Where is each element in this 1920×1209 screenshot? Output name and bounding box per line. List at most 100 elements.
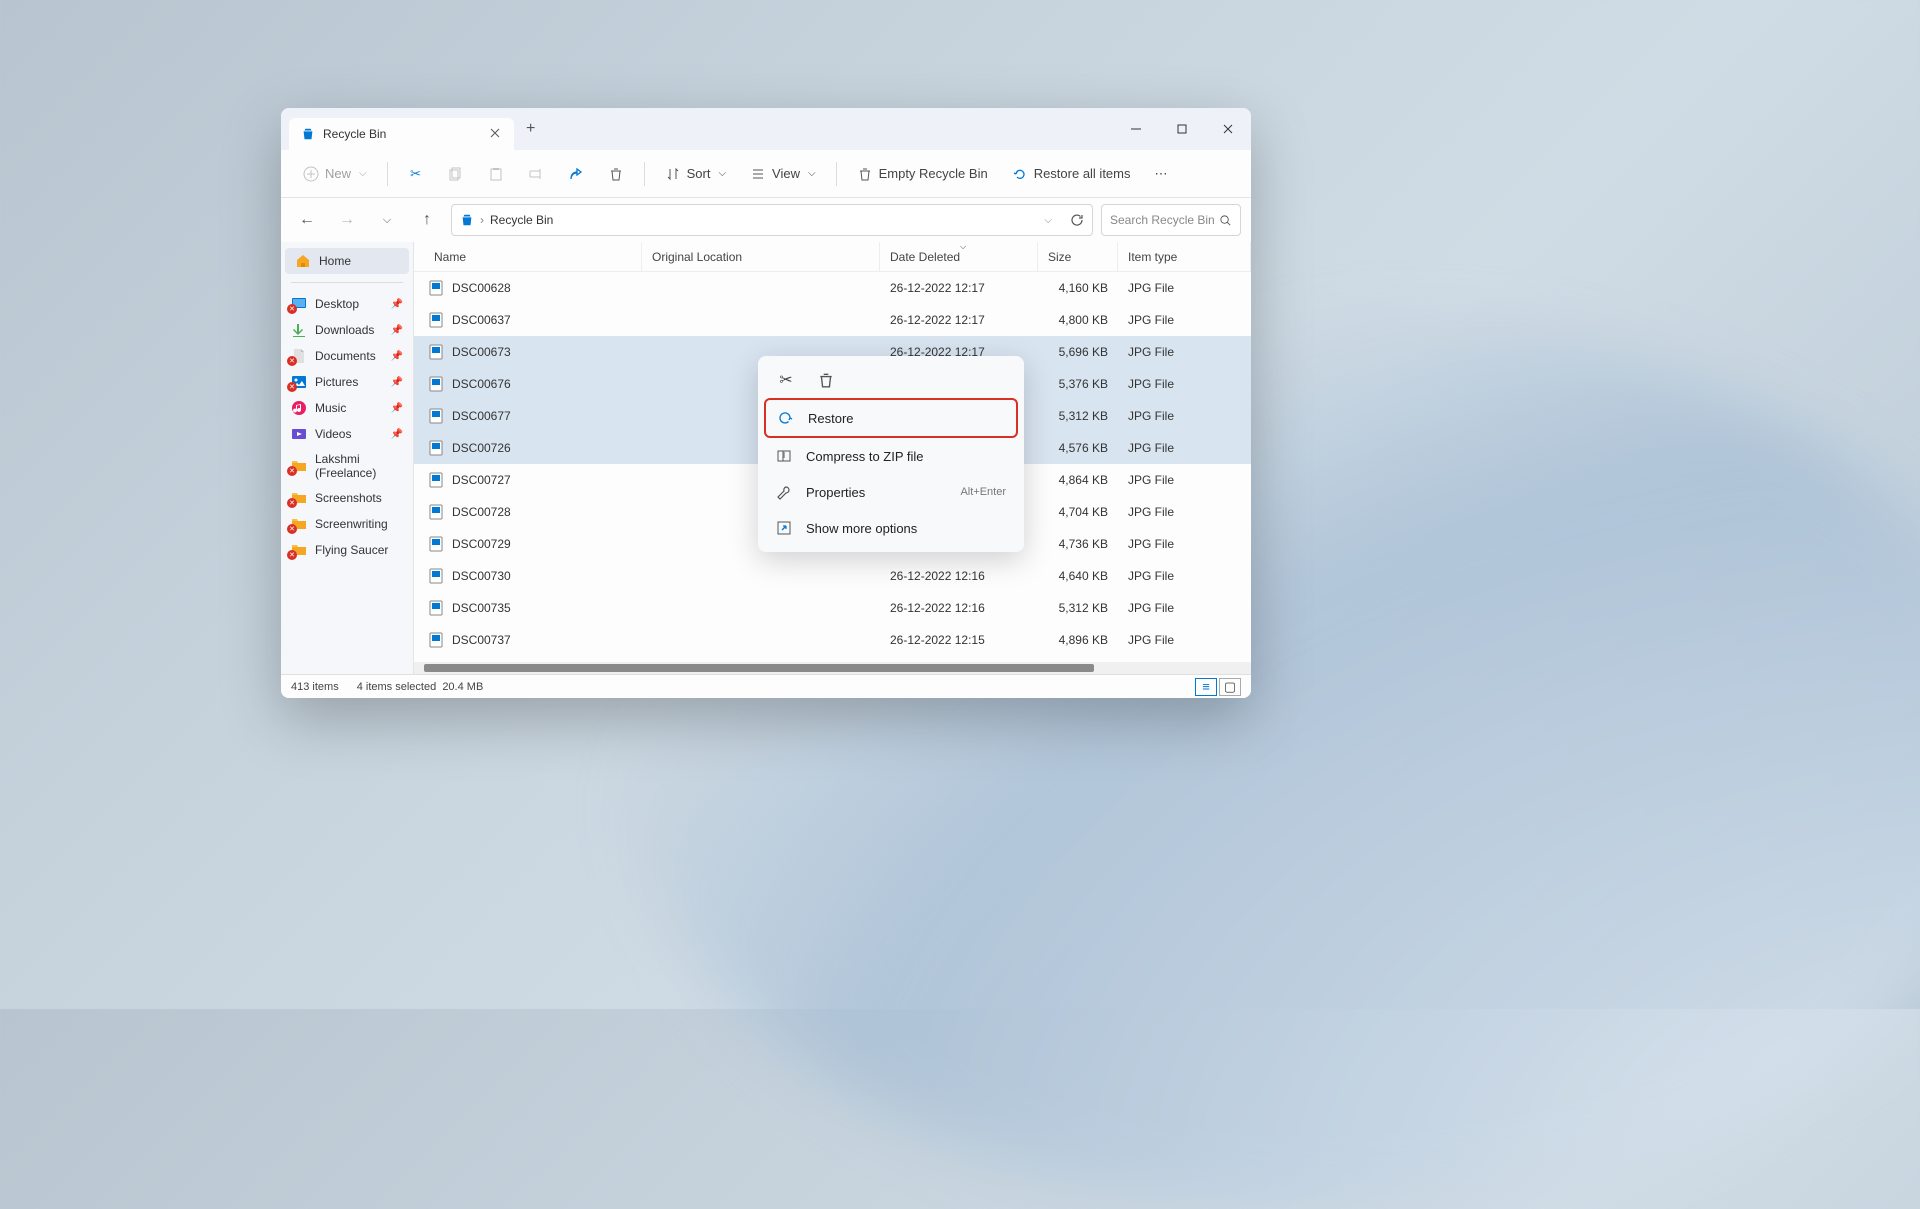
copy-button[interactable] (438, 160, 474, 188)
pin-icon: 📌 (391, 325, 403, 336)
new-tab-button[interactable]: + (526, 120, 535, 138)
chevron-down-icon: ⌵ (808, 168, 816, 179)
ctx-delete-button[interactable] (814, 368, 838, 392)
delete-button[interactable] (598, 160, 634, 188)
address-bar[interactable]: › Recycle Bin ⌵ (451, 204, 1093, 236)
minimize-button[interactable] (1113, 113, 1159, 145)
ctx-more-options[interactable]: Show more options (764, 510, 1018, 546)
restore-all-button[interactable]: Restore all items (1002, 160, 1141, 188)
pin-icon: 📌 (391, 377, 403, 388)
details-view-toggle[interactable]: ≡ (1195, 678, 1217, 696)
videos-icon (291, 426, 307, 442)
clipboard-icon (488, 166, 504, 182)
file-row[interactable]: DSC0062826-12-2022 12:174,160 KBJPG File (414, 272, 1251, 304)
sync-error-badge: ✕ (287, 550, 297, 560)
context-menu: ✂ Restore Compress to ZIP file Propertie… (758, 356, 1024, 552)
sync-error-badge: ✕ (287, 466, 297, 476)
chevron-down-icon[interactable]: ⌵ (1044, 215, 1052, 226)
file-row[interactable]: DSC0063726-12-2022 12:174,800 KBJPG File (414, 304, 1251, 336)
jpg-file-icon (428, 280, 444, 296)
jpg-file-icon (428, 440, 444, 456)
paste-button[interactable] (478, 160, 514, 188)
download-icon (291, 322, 307, 338)
sidebar-item-desktop[interactable]: ✕Desktop📌 (281, 291, 413, 317)
more-options-button[interactable]: ⋯ (1145, 160, 1178, 188)
file-row[interactable]: DSC0073026-12-2022 12:164,640 KBJPG File (414, 560, 1251, 592)
jpg-file-icon (428, 472, 444, 488)
jpg-file-icon (428, 632, 444, 648)
share-button[interactable] (558, 160, 594, 188)
pin-icon: 📌 (391, 429, 403, 440)
cut-button[interactable]: ✂ (398, 160, 434, 188)
column-original[interactable]: Original Location (642, 242, 880, 271)
trash-icon (818, 372, 834, 388)
back-button[interactable]: ← (291, 204, 323, 236)
share-icon (568, 166, 584, 182)
ctx-cut-button[interactable]: ✂ (774, 368, 798, 392)
sidebar-item-pictures[interactable]: ✕Pictures📌 (281, 369, 413, 395)
maximize-button[interactable] (1159, 113, 1205, 145)
search-box[interactable]: Search Recycle Bin (1101, 204, 1241, 236)
close-button[interactable] (1205, 113, 1251, 145)
jpg-file-icon (428, 344, 444, 360)
statusbar: 413 items 4 items selected 20.4 MB ≡ ▢ (281, 674, 1251, 698)
close-tab-icon[interactable] (490, 128, 502, 140)
pin-icon: 📌 (391, 299, 403, 310)
up-button[interactable]: ↑ (411, 204, 443, 236)
jpg-file-icon (428, 568, 444, 584)
view-icon (750, 166, 766, 182)
forward-button[interactable]: → (331, 204, 363, 236)
view-button[interactable]: View ⌵ (740, 160, 826, 188)
sort-button[interactable]: Sort ⌵ (655, 160, 736, 188)
sidebar-item-home[interactable]: Home (285, 248, 409, 274)
new-button[interactable]: New ⌵ (293, 160, 377, 188)
copy-icon (448, 166, 464, 182)
sync-error-badge: ✕ (287, 382, 297, 392)
file-row[interactable]: DSC0073726-12-2022 12:154,896 KBJPG File (414, 624, 1251, 656)
jpg-file-icon (428, 600, 444, 616)
sidebar-item-flying-saucer[interactable]: ✕Flying Saucer (281, 537, 413, 563)
empty-recycle-bin-button[interactable]: Empty Recycle Bin (847, 160, 998, 188)
search-icon (1219, 214, 1232, 227)
refresh-button[interactable] (1070, 213, 1084, 227)
recycle-bin-icon (301, 127, 315, 141)
trash-icon (857, 166, 873, 182)
ctx-restore[interactable]: Restore (764, 398, 1018, 438)
column-type[interactable]: Item type (1118, 242, 1251, 271)
sidebar-item-lakshmi-(freelance)[interactable]: ✕Lakshmi (Freelance) (281, 447, 413, 485)
jpg-file-icon (428, 536, 444, 552)
column-date[interactable]: Date Deleted⌵ (880, 242, 1038, 271)
ctx-properties[interactable]: Properties Alt+Enter (764, 474, 1018, 510)
sidebar-item-screenwriting[interactable]: ✕Screenwriting (281, 511, 413, 537)
sidebar-item-videos[interactable]: Videos📌 (281, 421, 413, 447)
ellipsis-icon: ⋯ (1155, 166, 1168, 182)
jpg-file-icon (428, 408, 444, 424)
toolbar: New ⌵ ✂ Sort ⌵ View ⌵ Empty Recycle Bin … (281, 150, 1251, 198)
column-name[interactable]: Name (414, 242, 642, 271)
sidebar-item-downloads[interactable]: Downloads📌 (281, 317, 413, 343)
file-row[interactable]: DSC0073526-12-2022 12:165,312 KBJPG File (414, 592, 1251, 624)
window-controls (1113, 113, 1251, 145)
sort-icon (665, 166, 681, 182)
sidebar-item-documents[interactable]: ✕Documents📌 (281, 343, 413, 369)
sidebar-item-screenshots[interactable]: ✕Screenshots (281, 485, 413, 511)
jpg-file-icon (428, 376, 444, 392)
window-tab[interactable]: Recycle Bin (289, 118, 514, 150)
pin-icon: 📌 (391, 351, 403, 362)
breadcrumb-location[interactable]: Recycle Bin (490, 213, 553, 227)
sidebar-item-music[interactable]: Music📌 (281, 395, 413, 421)
expand-icon (776, 520, 792, 536)
jpg-file-icon (428, 312, 444, 328)
recent-button[interactable]: ⌵ (371, 204, 403, 236)
item-count: 413 items (291, 681, 339, 693)
horizontal-scrollbar[interactable] (414, 662, 1251, 674)
navbar: ← → ⌵ ↑ › Recycle Bin ⌵ Search Recycle B… (281, 198, 1251, 242)
tab-title: Recycle Bin (323, 127, 482, 141)
ctx-compress[interactable]: Compress to ZIP file (764, 438, 1018, 474)
rename-button[interactable] (518, 160, 554, 188)
zip-icon (776, 448, 792, 464)
column-size[interactable]: Size (1038, 242, 1118, 271)
home-icon (295, 253, 311, 269)
icons-view-toggle[interactable]: ▢ (1219, 678, 1241, 696)
chevron-down-icon: ⌵ (718, 168, 726, 179)
